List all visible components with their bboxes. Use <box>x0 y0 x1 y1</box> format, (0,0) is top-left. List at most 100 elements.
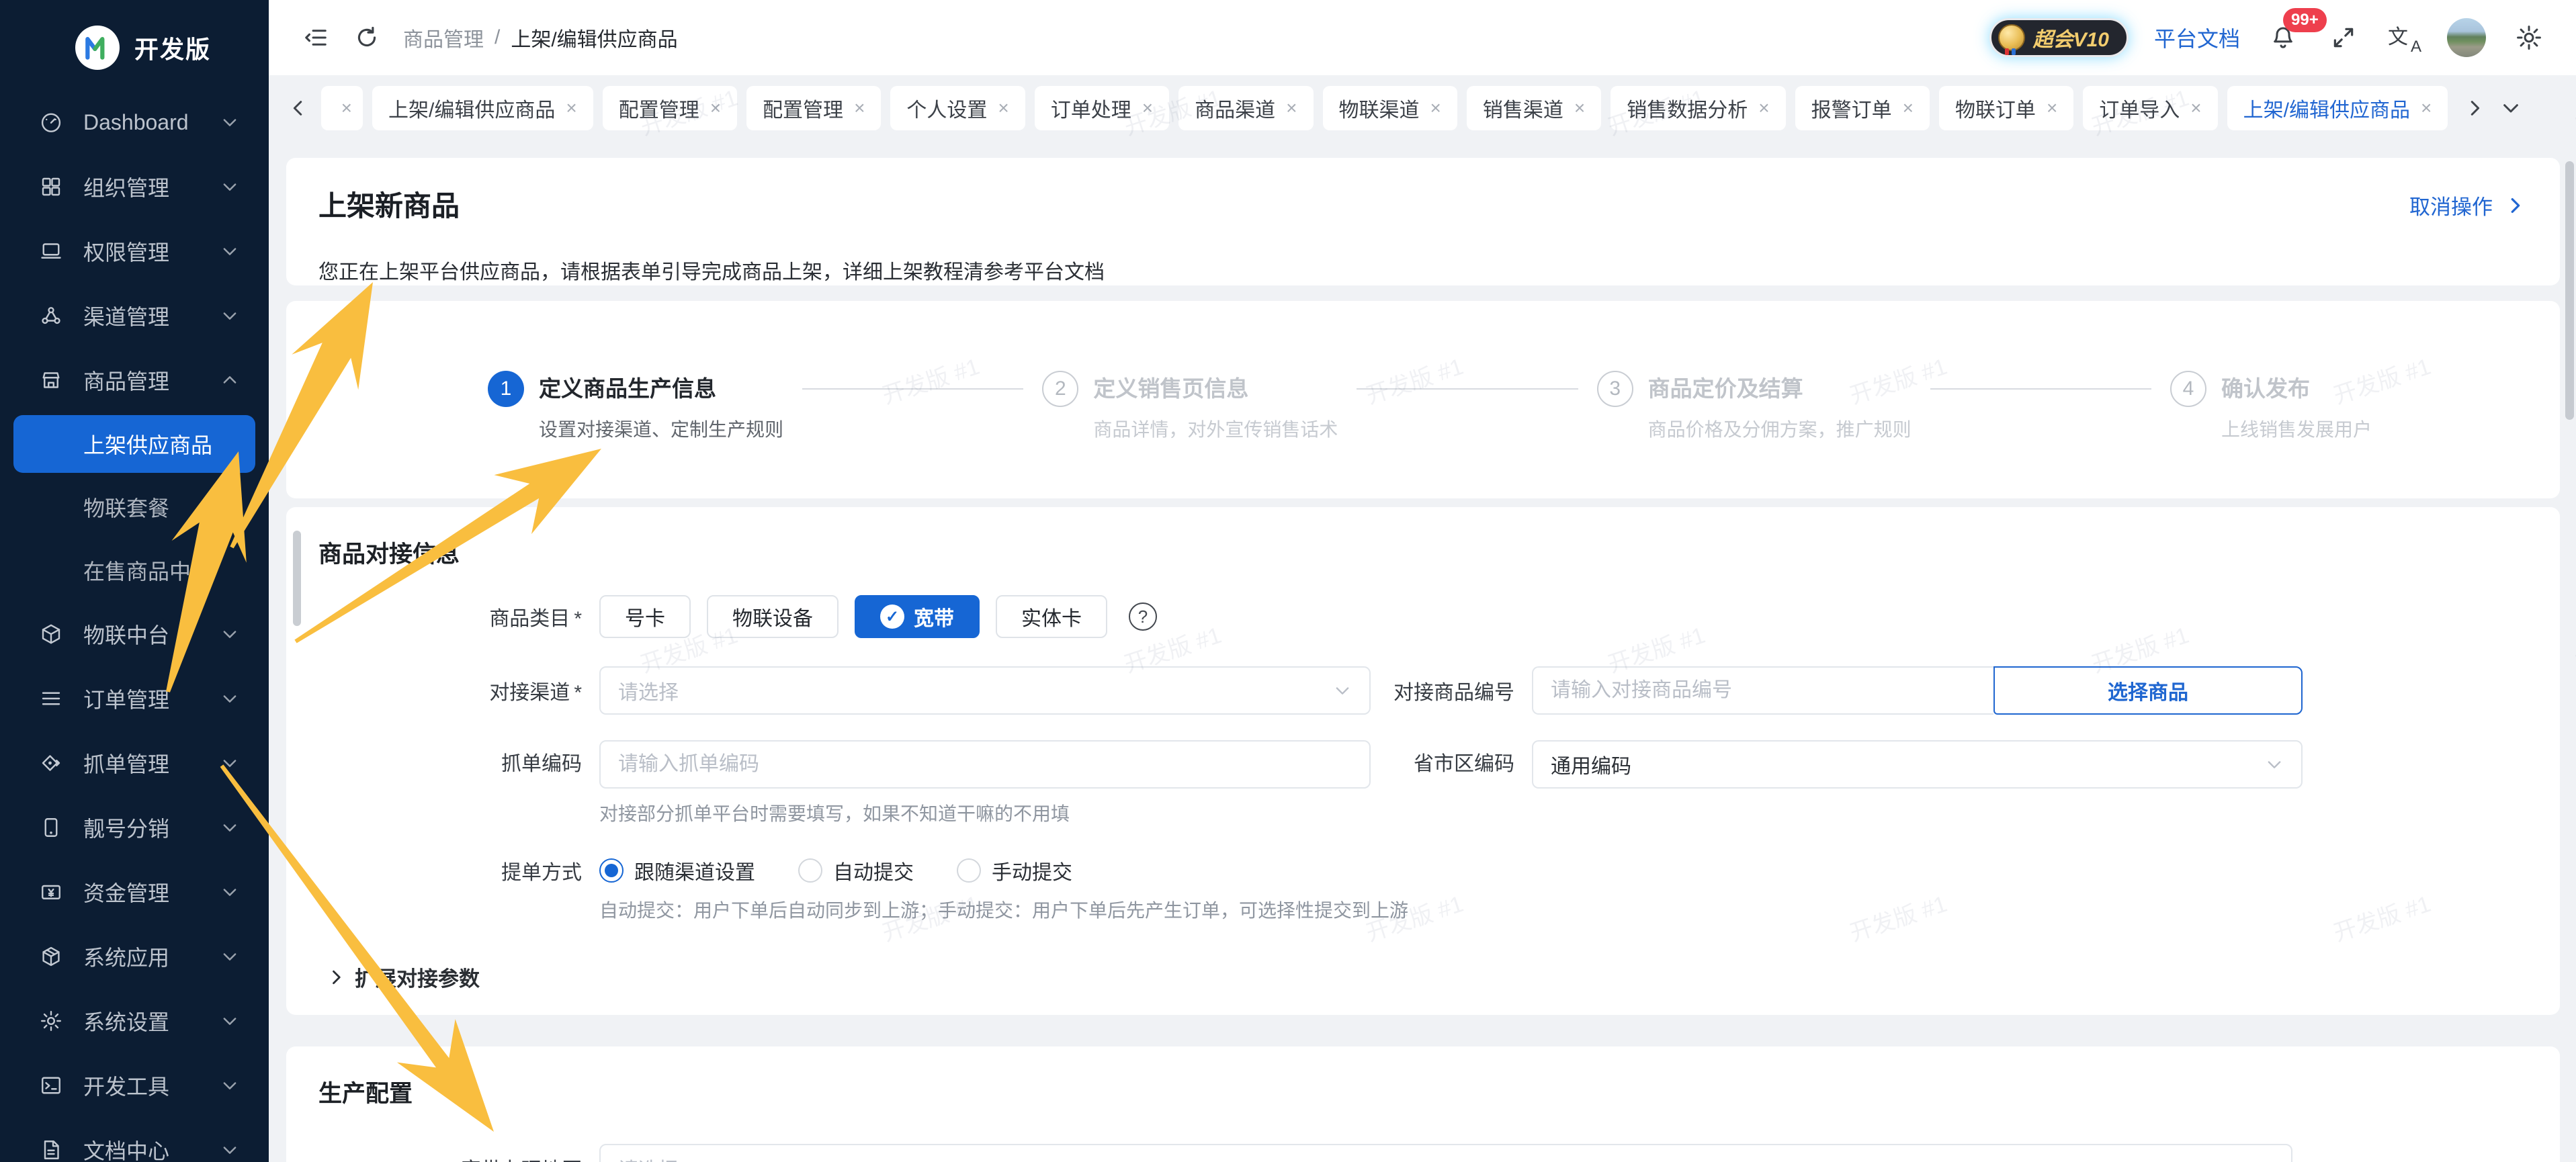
chevron-down-icon <box>220 1141 239 1159</box>
tab-7[interactable]: 销售渠道× <box>1467 86 1601 130</box>
channel-select[interactable]: 请选择 <box>599 666 1371 715</box>
tab-close-icon[interactable]: × <box>2047 99 2057 118</box>
wizard-step-1[interactable]: 1定义商品生产信息设置对接渠道、定制生产规则 <box>488 371 783 498</box>
step-number: 1 <box>488 371 524 407</box>
cancel-action-link[interactable]: 取消操作 <box>2409 190 2525 220</box>
tab-5[interactable]: 商品渠道× <box>1178 86 1313 130</box>
tab-close-icon[interactable]: × <box>2190 99 2201 118</box>
fullscreen-icon[interactable] <box>2326 20 2361 55</box>
tab-11[interactable]: 订单导入 × <box>2083 86 2217 130</box>
wizard-step-3[interactable]: 3商品定价及结算商品价格及分佣方案，推广规则 <box>1597 371 1912 498</box>
category-option-button[interactable]: 号卡 <box>599 595 691 638</box>
capture-code-input[interactable] <box>618 753 1352 776</box>
sidebar-item-7[interactable]: 抓单管理 <box>0 731 269 795</box>
sidebar-item-12[interactable]: 开发工具 <box>0 1053 269 1118</box>
breadcrumb-section[interactable]: 商品管理 <box>403 23 484 52</box>
sidebar-item-label: 文档中心 <box>83 1134 220 1162</box>
sidebar-item-6[interactable]: 订单管理 <box>0 666 269 731</box>
product-no-input[interactable] <box>1551 679 1976 702</box>
category-option-button[interactable]: 实体卡 <box>996 595 1107 638</box>
wizard-step-4[interactable]: 4确认发布上线销售发展用户 <box>2170 371 2372 498</box>
notifications-bell-icon[interactable]: 99+ <box>2266 20 2301 55</box>
tab-3[interactable]: 个人设置× <box>890 86 1025 130</box>
sidebar-item-11[interactable]: 系统设置 <box>0 989 269 1053</box>
sidebar-item-3[interactable]: 渠道管理 <box>0 283 269 348</box>
sidebar-item-13[interactable]: 文档中心 <box>0 1118 269 1162</box>
broadband-region-select[interactable]: 请选择 <box>599 1144 2292 1162</box>
submit-mode-hint-row: 自动提交：用户下单后自动同步到上游；手动提交：用户下单后先产生订单，可选择性提交… <box>318 885 2528 923</box>
tab-10[interactable]: 物联订单× <box>1939 86 2073 130</box>
tab-1[interactable]: 配置管理× <box>603 86 737 130</box>
tab-close-icon[interactable]: × <box>1142 99 1153 118</box>
tab-close-icon[interactable]: × <box>1430 99 1441 118</box>
language-translate-icon[interactable]: 文 A <box>2387 20 2421 55</box>
sidebar-item-1[interactable]: 组织管理 <box>0 154 269 219</box>
platform-docs-link[interactable]: 平台文档 <box>2154 22 2240 53</box>
tab-label: 订单导入 <box>2099 93 2180 123</box>
tab-close-icon[interactable]: × <box>854 99 865 118</box>
submit-mode-radio[interactable]: 手动提交 <box>957 856 1072 885</box>
page-header-card: 上架新商品 您正在上架平台供应商品，请根据表单引导完成商品上架，详细上架教程清参… <box>286 158 2560 285</box>
sidebar: 开发版 Dashboard组织管理权限管理渠道管理商品管理上架供应商品物联套餐在… <box>0 0 269 1162</box>
sidebar-item-dashboard[interactable]: Dashboard <box>0 90 269 154</box>
tab-close-icon[interactable]: × <box>998 99 1008 118</box>
card-title: 商品对接信息 <box>318 535 2528 570</box>
submit-mode-radio[interactable]: 跟随渠道设置 <box>599 856 755 885</box>
check-icon: ✓ <box>880 605 904 629</box>
tab-close-icon[interactable]: × <box>341 99 352 118</box>
tab-12[interactable]: 上架/编辑供应商品× <box>2227 86 2448 130</box>
sidebar-item-9[interactable]: 资金管理 <box>0 860 269 924</box>
tab-8[interactable]: 销售数据分析× <box>1611 86 1785 130</box>
submit-mode-options: 跟随渠道设置 自动提交 手动提交 <box>599 856 2303 885</box>
sidebar-item-8[interactable]: 靓号分销 <box>0 795 269 860</box>
tabs-dropdown-icon[interactable] <box>2497 95 2524 122</box>
wizard-step-2[interactable]: 2定义销售页信息商品详情，对外宣传销售话术 <box>1042 371 1338 498</box>
sidebar-item-label: 抓单管理 <box>83 748 220 778</box>
tab-2[interactable]: 配置管理× <box>746 86 881 130</box>
card-title: 生产配置 <box>318 1075 2528 1109</box>
breadcrumb-page: 上架/编辑供应商品 <box>511 23 677 52</box>
region-code-select[interactable]: 通用编码 <box>1532 740 2303 789</box>
collapse-sidebar-icon[interactable] <box>298 20 333 55</box>
pick-product-button[interactable]: 选择商品 <box>1993 666 2303 715</box>
radio-label: 手动提交 <box>992 856 1072 885</box>
tab-close-icon[interactable]: × <box>1903 99 1914 118</box>
user-avatar[interactable] <box>2447 18 2486 57</box>
sidebar-item-label: Dashboard <box>83 110 220 135</box>
sidebar-subitem[interactable]: 物联套餐 <box>0 476 269 539</box>
sidebar-item-5[interactable]: 物联中台 <box>0 602 269 666</box>
vip-badge[interactable]: 超会V10 <box>1989 18 2129 57</box>
tab-9[interactable]: 报警订单× <box>1795 86 1930 130</box>
sidebar-item-label: 权限管理 <box>83 236 220 267</box>
sidebar-item-2[interactable]: 权限管理 <box>0 219 269 283</box>
tab-close-icon[interactable]: × <box>1286 99 1297 118</box>
tab-4[interactable]: 订单处理× <box>1035 86 1169 130</box>
sidebar-item-10[interactable]: 系统应用 <box>0 924 269 989</box>
help-question-icon[interactable]: ? <box>1129 602 1157 631</box>
category-option-button[interactable]: ✓宽带 <box>855 595 980 638</box>
chevron-down-icon <box>220 306 239 325</box>
topbar: 商品管理 / 上架/编辑供应商品 超会V10 平台文档 99+ <box>269 0 2576 75</box>
sidebar-subitem[interactable]: 在售商品中心 <box>0 539 269 602</box>
tab-close-icon[interactable]: × <box>2421 99 2432 118</box>
tab-6[interactable]: 物联渠道× <box>1323 86 1457 130</box>
tab-close-icon[interactable]: × <box>566 99 576 118</box>
tab-close-icon[interactable]: × <box>710 99 721 118</box>
inner-scrollbar-thumb[interactable] <box>293 531 301 626</box>
sidebar-item-4[interactable]: 商品管理 <box>0 348 269 412</box>
tab-close-icon[interactable]: × <box>1758 99 1769 118</box>
category-option-button[interactable]: 物联设备 <box>707 595 839 638</box>
production-config-card: 生产配置 宽带办理地区 请选择 <box>286 1046 2560 1162</box>
tabs-scroll-left-icon[interactable] <box>285 95 312 122</box>
refresh-icon[interactable] <box>349 20 384 55</box>
window-scrollbar-thumb[interactable] <box>2565 161 2574 420</box>
submit-mode-radio[interactable]: 自动提交 <box>798 856 914 885</box>
tab-0[interactable]: 上架/编辑供应商品× <box>372 86 593 130</box>
sidebar-item-label: 开发工具 <box>83 1070 220 1101</box>
tab-close-icon[interactable]: × <box>1574 99 1585 118</box>
tab-partial[interactable]: × <box>321 86 363 130</box>
expand-params-toggle[interactable]: 扩展对接参数 <box>318 962 2528 992</box>
settings-gear-icon[interactable] <box>2511 20 2546 55</box>
tabs-scroll-right-icon[interactable] <box>2461 95 2488 122</box>
sidebar-subitem[interactable]: 上架供应商品 <box>13 415 255 473</box>
